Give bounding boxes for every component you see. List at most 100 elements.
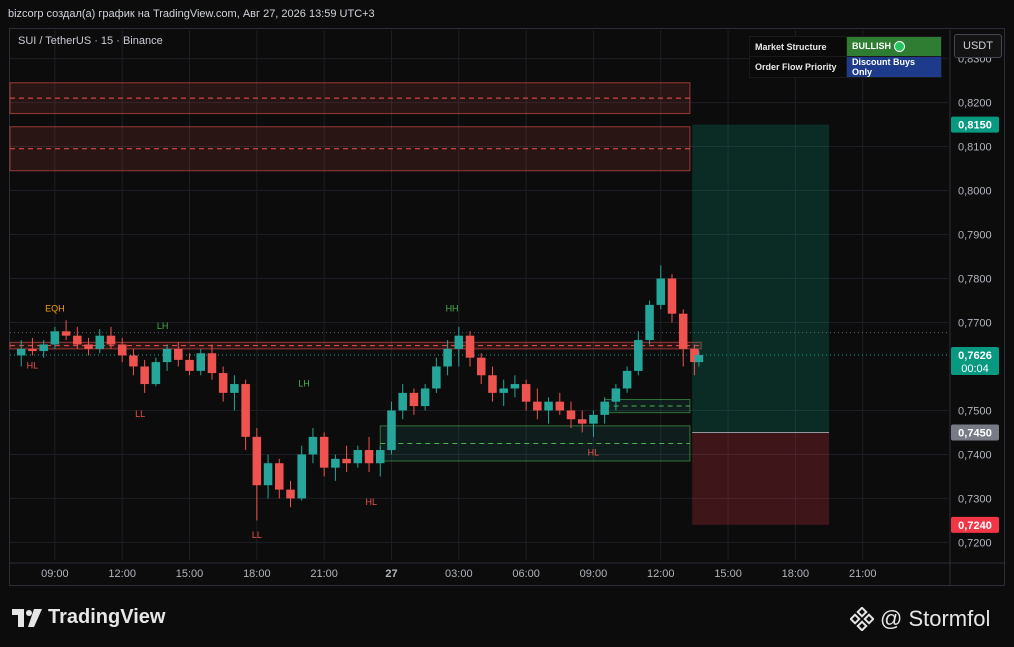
- x-tick-label: 15:00: [176, 568, 204, 580]
- x-tick-label: 21:00: [310, 568, 338, 580]
- position-target-zone: [692, 124, 830, 433]
- x-tick-label: 03:00: [445, 568, 473, 580]
- y-tick-label: 0,7800: [958, 274, 992, 286]
- structure-label: LH: [298, 378, 310, 388]
- y-tick-label: 0,7400: [958, 449, 992, 461]
- candle-body: [331, 458, 340, 468]
- tradingview-logo-text: TradingView: [48, 606, 166, 628]
- candle-body: [510, 384, 520, 389]
- candle-body: [16, 348, 26, 356]
- candle-body: [84, 344, 93, 349]
- y-tick-label: 0,7700: [958, 317, 992, 329]
- candle-body: [353, 450, 363, 464]
- countdown-text: 00:04: [961, 363, 989, 375]
- author-credit: @ Stormfol: [850, 606, 990, 632]
- market-structure-value: BULLISH: [846, 36, 942, 57]
- candle-body: [387, 410, 396, 451]
- structure-label: HL: [366, 497, 378, 507]
- candle-body: [566, 410, 576, 420]
- candle-body: [308, 436, 318, 455]
- candle-body: [694, 355, 704, 363]
- structure-label: LL: [135, 409, 145, 419]
- candle-body: [364, 450, 374, 464]
- y-tick-label: 0,8200: [958, 98, 992, 110]
- x-tick-label: 18:00: [782, 568, 810, 580]
- candle-body: [61, 331, 71, 336]
- status-dot-icon: [894, 41, 905, 53]
- x-tick-label: 12:00: [647, 568, 675, 580]
- candle-body: [432, 366, 441, 389]
- candle-body: [600, 401, 609, 415]
- y-tick-label: 0,7200: [958, 537, 992, 549]
- candle-body: [185, 359, 194, 371]
- structure-label: HL: [27, 361, 39, 371]
- symbol-label[interactable]: SUI / TetherUS · 15 · Binance: [18, 35, 163, 47]
- candle-body: [375, 450, 385, 464]
- candle-body: [342, 458, 351, 464]
- x-tick-label: 27: [385, 568, 397, 580]
- candle-body: [207, 353, 217, 374]
- candle-body: [73, 335, 82, 345]
- binance-icon: [850, 607, 874, 631]
- market-structure-label: Market Structure: [749, 36, 847, 57]
- position-tool: [692, 124, 830, 525]
- candle-body: [589, 414, 598, 424]
- candle-body: [678, 313, 688, 349]
- candle-body: [106, 335, 116, 345]
- candle-body: [488, 375, 497, 393]
- candle-body: [622, 370, 632, 389]
- candle-body: [555, 401, 565, 411]
- tradingview-logo[interactable]: TradingView: [12, 606, 165, 629]
- tradingview-logo-icon: [12, 608, 42, 627]
- candle-body: [398, 392, 407, 411]
- status-table: Market Structure BULLISH Order Flow Prio…: [749, 36, 942, 78]
- candle-body: [286, 489, 295, 499]
- candle-body: [28, 348, 37, 352]
- candle-body: [252, 436, 262, 486]
- candle-body: [39, 344, 48, 352]
- x-tick-label: 12:00: [108, 568, 136, 580]
- credit-text: @ Stormfol: [880, 606, 991, 631]
- price-tag-text: 0,7626: [958, 350, 992, 362]
- structure-label: HH: [446, 303, 459, 313]
- candle-body: [544, 401, 553, 411]
- candle-body: [319, 436, 329, 468]
- candle-body: [174, 348, 183, 360]
- candle-body: [275, 463, 284, 490]
- price-tag-text: 0,7240: [958, 520, 992, 532]
- candle-body: [454, 335, 464, 349]
- structure-label: HL: [588, 447, 600, 457]
- candles: [16, 265, 704, 521]
- currency-button[interactable]: USDT: [954, 34, 1002, 58]
- y-tick-label: 0,7500: [958, 405, 992, 417]
- candle-body: [140, 366, 149, 385]
- candle-body: [611, 388, 621, 402]
- candle-body: [521, 384, 531, 402]
- candle-body: [263, 463, 273, 486]
- x-tick-label: 18:00: [243, 568, 271, 580]
- candle-body: [162, 348, 172, 363]
- candle-body: [95, 335, 105, 349]
- candle-body: [465, 335, 475, 358]
- order-flow-label: Order Flow Priority: [749, 56, 847, 78]
- x-tick-label: 09:00: [580, 568, 608, 580]
- candle-body: [476, 357, 486, 376]
- candle-body: [409, 392, 419, 407]
- candle-body: [656, 278, 666, 305]
- price-chart[interactable]: EQHHLLHLLLHLLHLHHHL 0,83000,82000,81000,…: [0, 0, 1014, 647]
- candle-body: [634, 340, 643, 371]
- price-tag-text: 0,7450: [958, 427, 992, 439]
- candle-body: [420, 388, 430, 407]
- candle-body: [50, 331, 60, 345]
- bullish-text: BULLISH: [852, 40, 891, 51]
- candle-body: [297, 454, 306, 499]
- candle-body: [117, 344, 127, 356]
- candle-body: [151, 362, 161, 385]
- x-tick-label: 06:00: [512, 568, 540, 580]
- x-tick-label: 15:00: [714, 568, 742, 580]
- price-tag-text: 0,8150: [958, 120, 992, 132]
- candle-body: [218, 373, 228, 393]
- y-tick-label: 0,8000: [958, 186, 992, 198]
- structure-label: LL: [252, 530, 262, 540]
- candle-body: [241, 384, 250, 437]
